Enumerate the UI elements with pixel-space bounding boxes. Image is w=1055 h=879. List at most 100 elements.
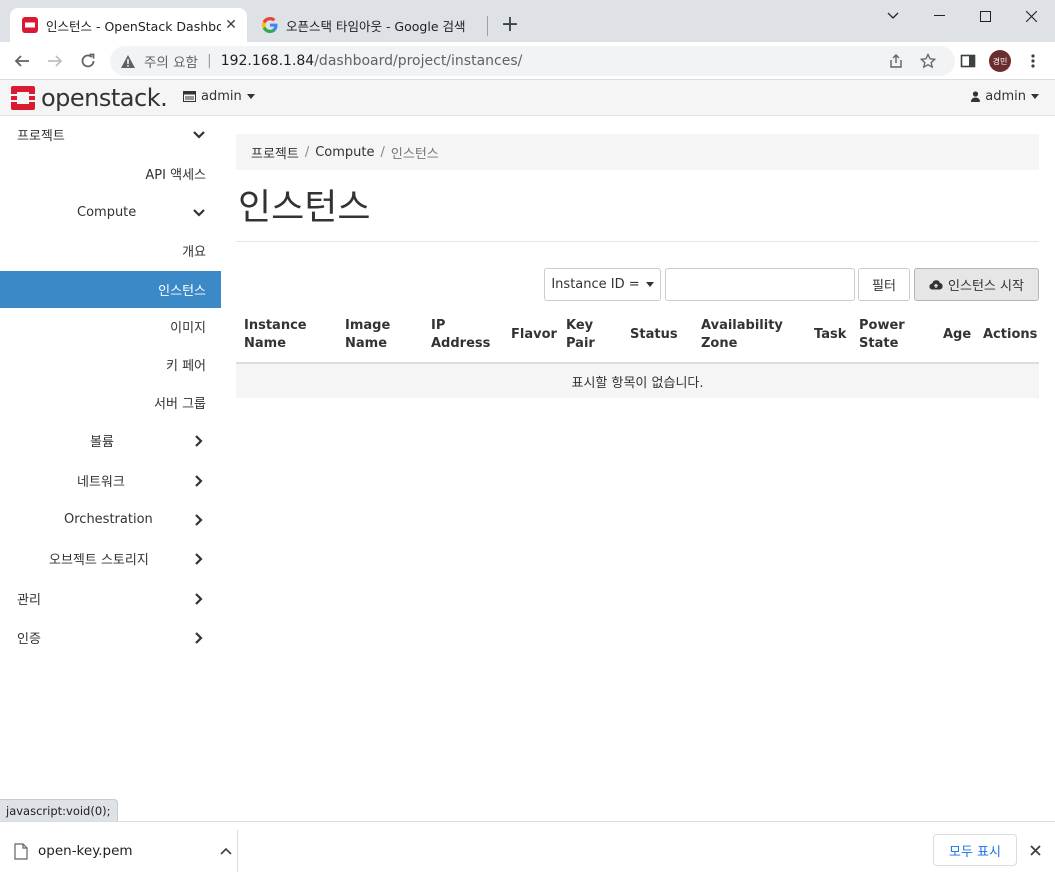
title-divider xyxy=(236,241,1039,242)
sidebar-item-label: 인스턴스 xyxy=(158,284,206,299)
column-header-power-state[interactable]: Power State xyxy=(859,317,905,353)
column-header-ip-address[interactable]: IP Address xyxy=(431,317,490,353)
sidebar-item-orchestration[interactable]: Orchestration xyxy=(0,501,221,538)
chevron-right-icon xyxy=(192,552,206,566)
star-bookmark-icon[interactable] xyxy=(918,51,938,71)
breadcrumb-item-project[interactable]: 프로젝트 xyxy=(251,143,299,162)
tab-separator xyxy=(487,16,488,36)
column-header-text: Address xyxy=(431,336,491,351)
close-window-button[interactable] xyxy=(1008,0,1054,32)
sidebar-item-object-storage[interactable]: 오브젝트 스토리지 xyxy=(0,540,221,577)
profile-avatar[interactable]: 경민 xyxy=(989,50,1011,72)
column-header-text: State xyxy=(859,336,899,351)
url-host: 192.168.1.84 xyxy=(220,53,315,69)
show-all-downloads-button[interactable]: 모두 표시 xyxy=(933,834,1017,866)
filter-field-label: Instance ID = xyxy=(551,277,640,292)
cloud-upload-icon xyxy=(929,280,943,290)
filter-input[interactable] xyxy=(665,268,855,301)
sidebar-item-api-access[interactable]: API 액세스 xyxy=(0,155,221,192)
sidebar-item-project[interactable]: 프로젝트 xyxy=(0,116,221,153)
sidebar-item-compute[interactable]: Compute xyxy=(0,194,221,231)
side-panel-icon[interactable] xyxy=(955,48,981,74)
column-header-flavor[interactable]: Flavor xyxy=(511,326,557,344)
chevron-right-icon xyxy=(192,434,206,448)
chevron-right-icon xyxy=(192,513,206,527)
chevron-up-icon[interactable] xyxy=(216,847,236,855)
warning-triangle-icon[interactable] xyxy=(120,53,136,69)
sidebar-item-label: 네트워크 xyxy=(77,475,125,490)
column-header-actions: Actions xyxy=(983,326,1037,344)
filter-button[interactable]: 필터 xyxy=(858,268,910,301)
sidebar-item-instances[interactable]: 인스턴스 xyxy=(0,271,221,308)
tab-openstack-dashboard[interactable]: 인스턴스 - OpenStack Dashboard ✕ xyxy=(10,8,247,42)
page-title: 인스턴스 xyxy=(238,187,371,228)
column-header-text: Key xyxy=(566,318,594,333)
column-header-text: Task xyxy=(814,327,847,342)
user-icon xyxy=(971,91,981,102)
column-header-text: Status xyxy=(630,327,678,342)
back-arrow-icon[interactable] xyxy=(9,48,35,74)
url-path: /dashboard/project/instances/ xyxy=(314,53,523,69)
chevron-down-icon[interactable] xyxy=(870,0,916,32)
column-header-status[interactable]: Status xyxy=(630,326,678,344)
browser-toolbar: 주의 요함 | 192.168.1.84/dashboard/project/i… xyxy=(0,42,1055,80)
chevron-right-icon xyxy=(192,592,206,606)
table-empty-message: 표시할 항목이 없습니다. xyxy=(236,364,1039,398)
column-header-age[interactable]: Age xyxy=(943,326,971,344)
sidebar-item-network[interactable]: 네트워크 xyxy=(0,462,221,499)
column-header-instance-name[interactable]: Instance Name xyxy=(244,317,307,353)
sidebar-item-label: 오브젝트 스토리지 xyxy=(49,553,149,568)
sidebar-item-label: 볼륨 xyxy=(90,435,114,450)
minimize-button[interactable] xyxy=(916,0,962,32)
sidebar-item-label: 이미지 xyxy=(170,321,206,336)
column-header-text: Instance xyxy=(244,318,307,333)
sidebar-item-label: Orchestration xyxy=(64,512,153,527)
more-menu-icon[interactable] xyxy=(1020,48,1046,74)
sidebar-item-volumes[interactable]: 볼륨 xyxy=(0,422,221,459)
column-header-availability-zone[interactable]: Availability Zone xyxy=(701,317,783,353)
column-header-text: Actions xyxy=(983,327,1038,342)
maximize-button[interactable] xyxy=(962,0,1008,32)
filter-field-select[interactable]: Instance ID = xyxy=(544,268,661,301)
sidebar-item-identity[interactable]: 인증 xyxy=(0,619,221,656)
tab-google-search[interactable]: 오픈스택 타임아웃 - Google 검색 xyxy=(250,8,485,42)
breadcrumb-item-compute[interactable]: Compute xyxy=(315,145,374,160)
launch-instance-button[interactable]: 인스턴스 시작 xyxy=(914,268,1039,301)
column-header-text: Image xyxy=(345,318,391,333)
caret-down-icon xyxy=(645,282,654,287)
download-item[interactable]: open-key.pem xyxy=(14,830,236,872)
breadcrumb: 프로젝트 / Compute / 인스턴스 xyxy=(236,134,1039,170)
sidebar-item-admin[interactable]: 관리 xyxy=(0,580,221,617)
column-header-image-name[interactable]: Image Name xyxy=(345,317,390,353)
sidebar-nav: 프로젝트 API 액세스 Compute 개요 인스턴스 이미지 키 페어 서버… xyxy=(0,116,221,821)
sidebar-item-key-pairs[interactable]: 키 페어 xyxy=(0,346,221,383)
column-header-text: Age xyxy=(943,327,972,342)
sidebar-item-label: 관리 xyxy=(17,593,41,608)
column-header-key-pair[interactable]: Key Pair xyxy=(566,317,595,353)
user-dropdown[interactable]: admin xyxy=(971,89,1039,104)
chevron-down-icon xyxy=(192,206,206,220)
column-header-text: Pair xyxy=(566,336,595,351)
sidebar-item-server-groups[interactable]: 서버 그룹 xyxy=(0,384,221,421)
close-icon[interactable] xyxy=(1025,840,1045,860)
tab-title: 오픈스택 타임아웃 - Google 검색 xyxy=(286,18,466,34)
file-icon xyxy=(14,842,28,860)
forward-arrow-icon[interactable] xyxy=(42,48,68,74)
download-divider xyxy=(237,830,238,872)
user-label: admin xyxy=(985,89,1026,104)
openstack-logo[interactable]: openstack. xyxy=(10,83,168,113)
launch-instance-label: 인스턴스 시작 xyxy=(948,279,1024,294)
column-header-text: Availability xyxy=(701,318,783,333)
column-header-task[interactable]: Task xyxy=(814,326,846,344)
column-header-text: Power xyxy=(859,318,905,333)
new-tab-button[interactable]: + xyxy=(498,14,522,38)
sidebar-item-label: 개요 xyxy=(182,245,206,260)
tab-close-icon[interactable]: ✕ xyxy=(221,15,241,35)
reload-icon[interactable] xyxy=(75,48,101,74)
sidebar-item-images[interactable]: 이미지 xyxy=(0,308,221,345)
share-icon[interactable] xyxy=(886,51,906,71)
sidebar-item-overview[interactable]: 개요 xyxy=(0,232,221,269)
openstack-logo-icon xyxy=(11,86,35,110)
address-bar[interactable]: 주의 요함 | 192.168.1.84/dashboard/project/i… xyxy=(110,46,955,76)
project-dropdown[interactable]: admin xyxy=(183,89,255,104)
